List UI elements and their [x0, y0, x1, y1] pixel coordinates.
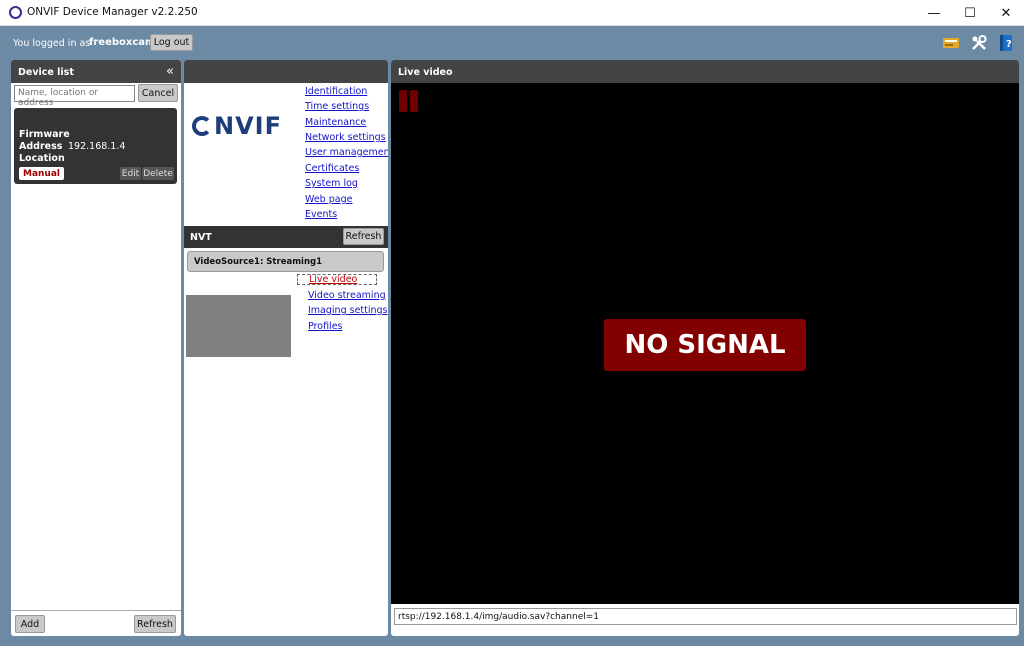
window-title: ONVIF Device Manager v2.2.250 — [27, 6, 198, 18]
help-book-icon[interactable]: ? — [997, 34, 1015, 52]
link-video-streaming[interactable]: Video streaming — [308, 290, 386, 301]
firmware-label: Firmware — [19, 129, 70, 140]
link-system-log[interactable]: System log — [305, 178, 358, 189]
collapse-icon[interactable]: « — [166, 64, 174, 79]
video-thumbnail[interactable] — [186, 295, 291, 357]
no-signal-banner: NO SIGNAL — [604, 319, 806, 371]
cancel-search-button[interactable]: Cancel — [138, 84, 178, 102]
add-device-button[interactable]: Add — [15, 615, 45, 633]
maximize-button[interactable]: ☐ — [952, 0, 988, 26]
device-details-header — [184, 60, 388, 83]
device-list-panel: Device list « Name, location or address … — [11, 60, 181, 636]
session-bar: You logged in as freeboxcam Log out ? — [0, 26, 1024, 58]
nvt-label: NVT — [190, 232, 212, 243]
close-button[interactable]: ✕ — [988, 0, 1024, 26]
link-live-video[interactable]: Live video — [297, 274, 377, 285]
stream-url-field[interactable]: rtsp://192.168.1.4/img/audio.sav?channel… — [394, 608, 1017, 625]
link-events[interactable]: Events — [305, 209, 337, 220]
link-maintenance[interactable]: Maintenance — [305, 117, 366, 128]
address-label: Address — [19, 141, 63, 152]
refresh-devices-button[interactable]: Refresh — [134, 615, 176, 633]
app-logo-icon — [9, 6, 22, 19]
onvif-logo-o-icon — [192, 116, 212, 136]
logout-button[interactable]: Log out — [150, 34, 193, 51]
link-profiles[interactable]: Profiles — [308, 321, 343, 332]
link-imaging-settings[interactable]: Imaging settings — [308, 305, 388, 316]
tools-icon[interactable] — [970, 34, 988, 52]
live-video-header: Live video — [391, 60, 1019, 83]
logged-in-label: You logged in as — [13, 38, 91, 49]
network-icon[interactable] — [942, 34, 960, 52]
pause-icon-bar[interactable] — [410, 90, 418, 112]
location-label: Location — [19, 153, 65, 164]
device-list-footer: Add Refresh — [11, 610, 181, 636]
video-viewport[interactable]: NO SIGNAL — [391, 83, 1019, 604]
device-list-header: Device list « — [11, 60, 181, 83]
video-source-bar[interactable]: VideoSource1: Streaming1 — [187, 251, 384, 272]
link-time-settings[interactable]: Time settings — [305, 101, 369, 112]
device-details-panel: NVIF Identification Time settings Mainte… — [184, 60, 388, 636]
onvif-logo: NVIF — [192, 112, 282, 140]
device-address: 192.168.1.4 — [68, 141, 126, 152]
link-network-settings[interactable]: Network settings — [305, 132, 386, 143]
live-video-panel: Live video NO SIGNAL rtsp://192.168.1.4/… — [391, 60, 1019, 636]
edit-device-button[interactable]: Edit — [120, 167, 141, 180]
link-identification[interactable]: Identification — [305, 86, 367, 97]
delete-device-button[interactable]: Delete — [142, 167, 174, 180]
link-user-management[interactable]: User management — [305, 147, 388, 158]
device-list-title: Device list — [18, 67, 74, 78]
pause-icon[interactable] — [399, 90, 407, 112]
device-search-input[interactable]: Name, location or address — [14, 85, 135, 108]
device-card[interactable]: Firmware Address 192.168.1.4 Location Ma… — [14, 108, 177, 184]
minimize-button[interactable]: — — [916, 0, 952, 26]
live-video-title: Live video — [398, 67, 453, 78]
link-certificates[interactable]: Certificates — [305, 163, 359, 174]
link-web-page[interactable]: Web page — [305, 194, 352, 205]
nvt-refresh-button[interactable]: Refresh — [343, 228, 384, 245]
manual-badge: Manual — [19, 167, 64, 180]
svg-text:?: ? — [1006, 39, 1012, 50]
username: freeboxcam — [89, 37, 156, 48]
title-bar: ONVIF Device Manager v2.2.250 — ☐ ✕ — [0, 0, 1024, 26]
